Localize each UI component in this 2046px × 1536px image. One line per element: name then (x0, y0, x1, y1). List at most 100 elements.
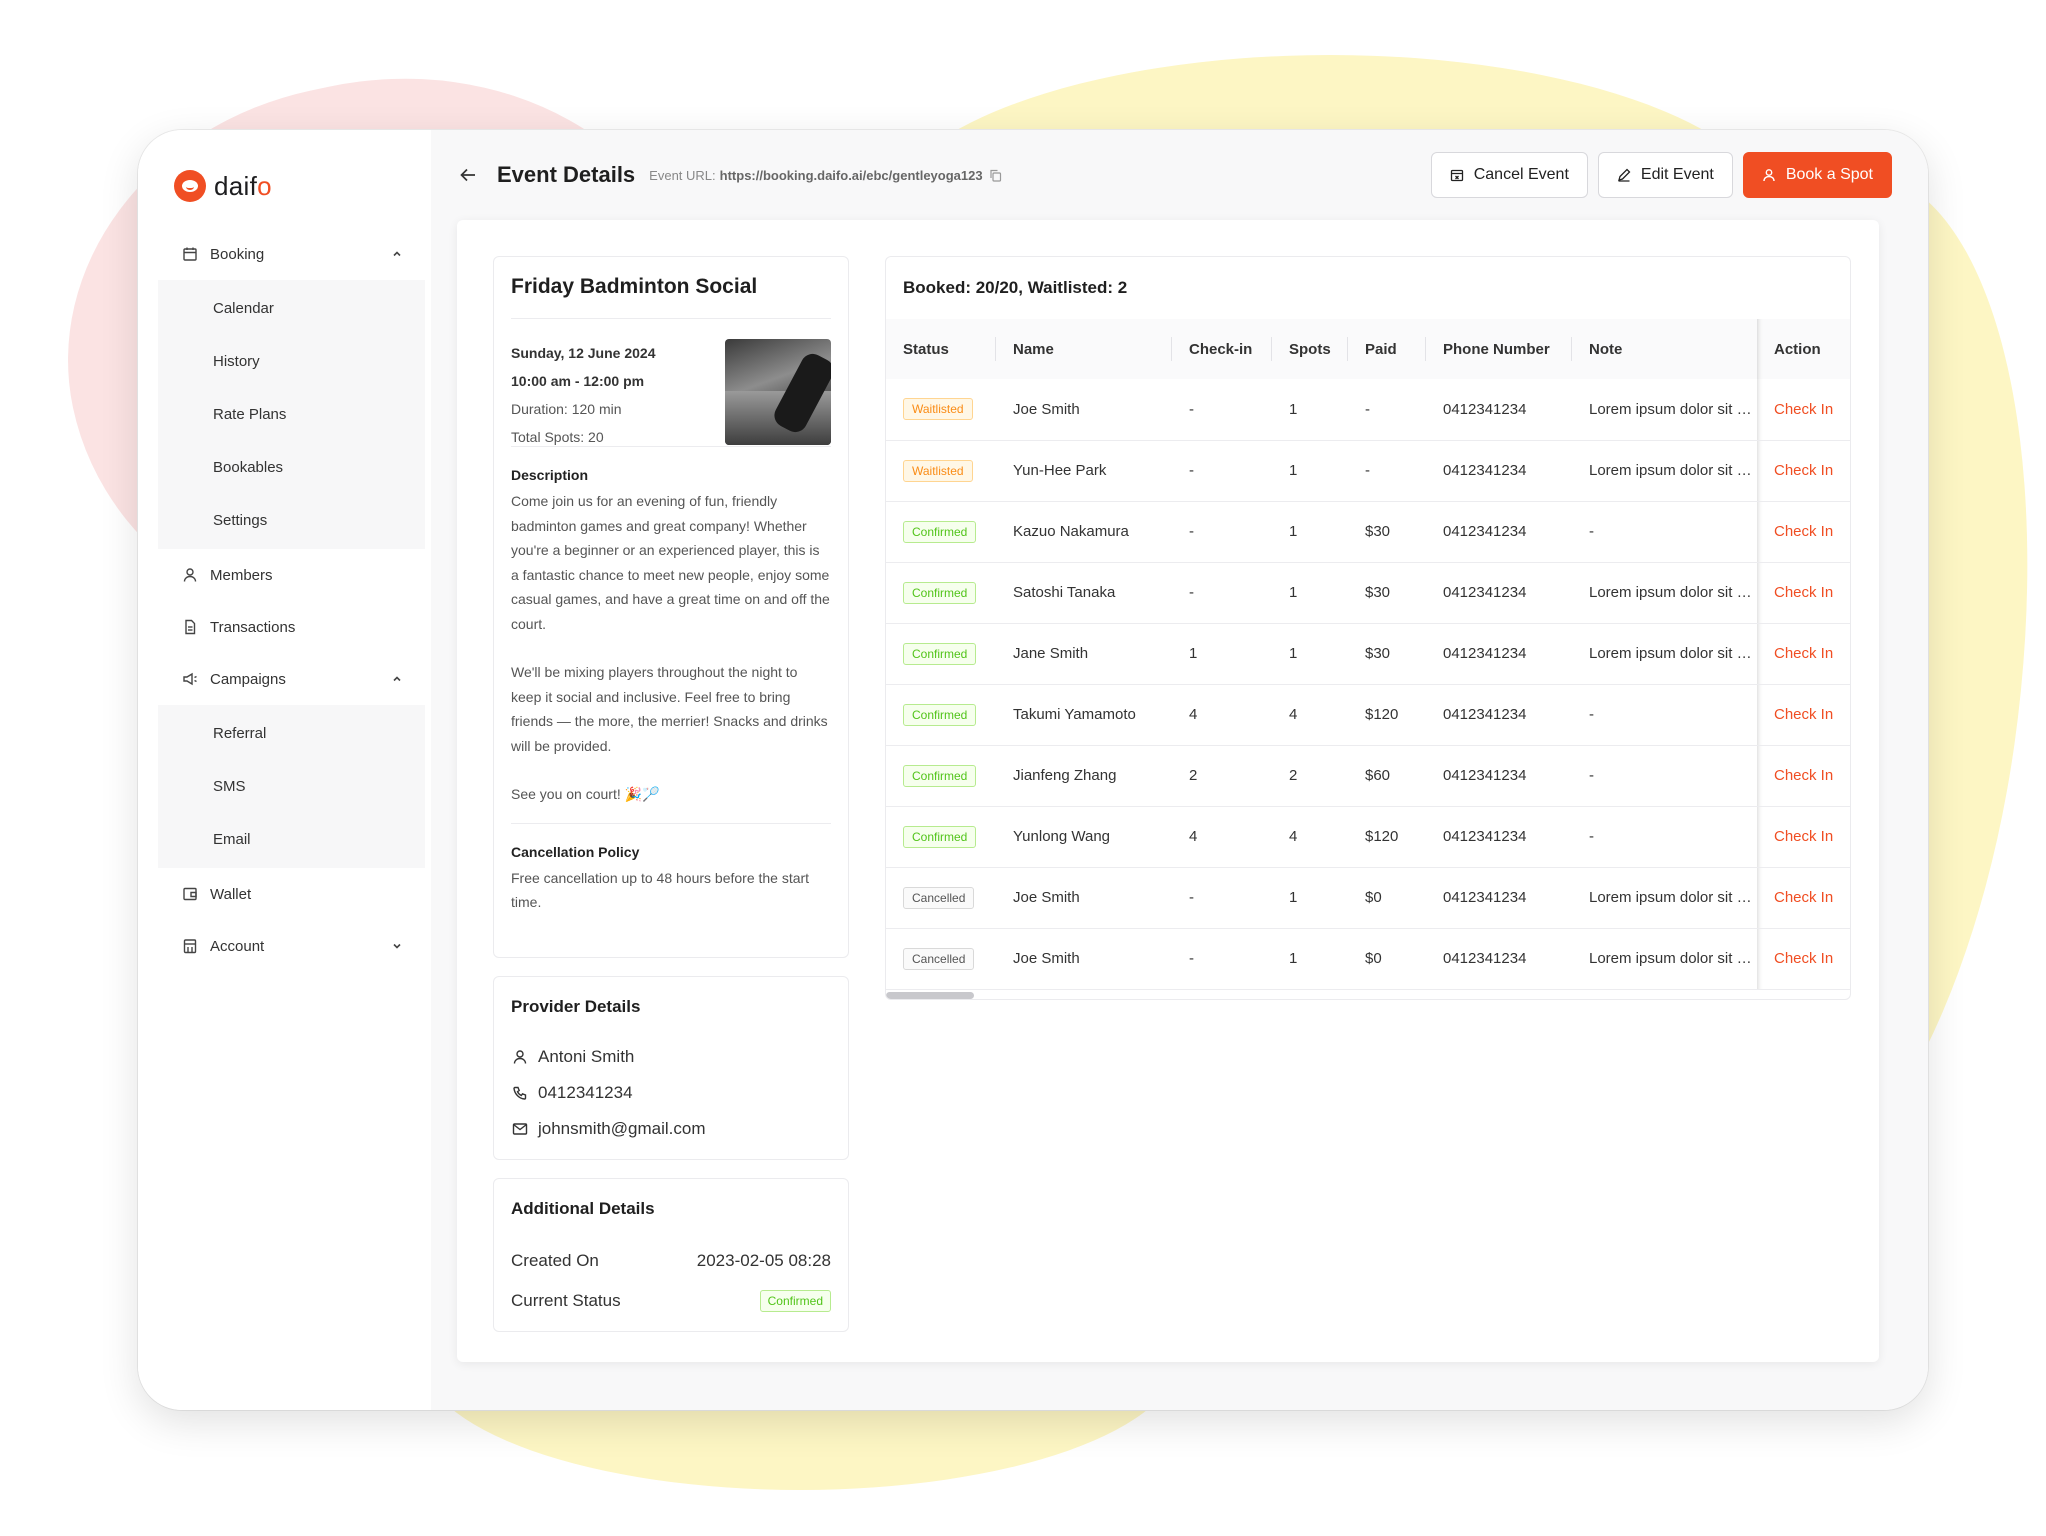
bookings-table-card: Booked: 20/20, Waitlisted: 2 Status Name… (885, 256, 1851, 1000)
column-header-spots[interactable]: Spots (1272, 319, 1348, 379)
name-cell: Kazuo Nakamura (996, 501, 1172, 563)
status-badge: Confirmed (903, 581, 977, 604)
column-header-status[interactable]: Status (886, 319, 996, 379)
note-cell-text: Lorem ipsum dolor sit amet (1589, 889, 1757, 906)
sidebar: daifo Booking Calendar History Rate Plan… (138, 130, 431, 1410)
action-cell: Check In (1757, 379, 1850, 441)
paid-cell: $30 (1348, 562, 1426, 624)
check-in-link[interactable]: Check In (1774, 767, 1833, 784)
check-in-cell-text: - (1189, 400, 1194, 418)
note-cell: Lorem ipsum dolor sit amet (1572, 623, 1757, 685)
phone-cell: 0412341234 (1426, 562, 1572, 624)
status-badge: Confirmed (903, 764, 977, 787)
check-in-link[interactable]: Check In (1774, 584, 1833, 601)
status-badge: Confirmed (903, 642, 977, 665)
check-in-link[interactable]: Check In (1774, 462, 1833, 479)
check-in-link[interactable]: Check In (1774, 706, 1833, 723)
description-paragraph: See you on court! 🎉🏸 (511, 786, 660, 802)
user-icon (1762, 168, 1776, 182)
book-spot-button[interactable]: Book a Spot (1742, 152, 1892, 198)
status-badge: Confirmed (903, 703, 977, 726)
sidebar-item-sms[interactable]: SMS (158, 760, 425, 813)
spots-cell: 1 (1272, 867, 1348, 929)
paid-cell-text: $120 (1365, 706, 1399, 723)
sidebar-item-label: Booking (210, 245, 265, 263)
provider-email[interactable]: johnsmith@gmail.com (511, 1111, 831, 1147)
check-in-link[interactable]: Check In (1774, 950, 1833, 967)
sidebar-item-booking[interactable]: Booking (138, 228, 431, 280)
paid-cell-text: $30 (1365, 523, 1391, 540)
note-cell-text: - (1589, 523, 1594, 540)
sidebar-item-rate-plans[interactable]: Rate Plans (158, 388, 425, 441)
description-section: Description Come join us for an evening … (511, 467, 831, 824)
phone-cell-text: 0412341234 (1443, 828, 1527, 845)
spots-cell-text: 1 (1289, 523, 1298, 540)
name-cell: Yun-Hee Park (996, 440, 1172, 502)
created-on-row: Created On 2023-02-05 08:28 (511, 1241, 831, 1281)
column-header-check-in[interactable]: Check-in (1172, 319, 1272, 379)
note-cell-text: Lorem ipsum dolor sit amet (1589, 950, 1757, 967)
provider-heading: Provider Details (511, 997, 641, 1016)
sidebar-item-email[interactable]: Email (158, 813, 425, 866)
copy-icon[interactable] (989, 168, 1003, 182)
note-cell: Lorem ipsum dolor sit amet (1572, 440, 1757, 502)
paid-cell: $30 (1348, 623, 1426, 685)
name-cell-text: Joe Smith (1013, 889, 1080, 906)
sidebar-item-bookables[interactable]: Bookables (158, 441, 425, 494)
note-cell-text: Lorem ipsum dolor sit amet (1589, 462, 1757, 479)
cancel-event-label: Cancel Event (1473, 166, 1569, 183)
additional-details-card: Additional Details Created On 2023-02-05… (493, 1178, 849, 1332)
check-in-cell-text: - (1189, 523, 1194, 540)
cancellation-policy-text: Free cancellation up to 48 hours before … (511, 869, 810, 911)
phone-cell: 0412341234 (1426, 379, 1572, 441)
horizontal-scrollbar[interactable] (886, 992, 974, 999)
check-in-link[interactable]: Check In (1774, 523, 1833, 540)
table-row: Cancelled Joe Smith - 1 $0 0412341234 Lorem ip… (886, 928, 1850, 990)
phone-cell: 0412341234 (1426, 928, 1572, 990)
spots-cell: 1 (1272, 501, 1348, 563)
event-url-link[interactable]: https://booking.daifo.ai/ebc/gentleyoga1… (720, 168, 983, 183)
table-row: Confirmed Jianfeng Zhang 2 2 $60 0412341234 - C… (886, 745, 1850, 807)
phone-cell-text: 0412341234 (1443, 462, 1527, 479)
status-badge: Confirmed (903, 520, 977, 543)
spots-cell-text: 4 (1289, 828, 1298, 845)
table-row: Confirmed Yunlong Wang 4 4 $120 0412341234 - Ch… (886, 806, 1850, 868)
user-icon (182, 567, 198, 583)
provider-card: Provider Details Antoni Smith 0412341234 (493, 976, 849, 1160)
name-cell-text: Takumi Yamamoto (1013, 706, 1136, 723)
status-cell: Confirmed (886, 745, 996, 807)
paid-cell-text: $120 (1365, 828, 1399, 845)
sidebar-item-settings[interactable]: Settings (158, 494, 425, 547)
spots-cell: 4 (1272, 806, 1348, 868)
check-in-cell: - (1172, 501, 1272, 563)
provider-phone[interactable]: 0412341234 (511, 1075, 831, 1111)
cancel-event-button[interactable]: Cancel Event (1430, 152, 1588, 198)
sidebar-item-campaigns[interactable]: Campaigns (138, 653, 431, 705)
edit-event-button[interactable]: Edit Event (1597, 152, 1733, 198)
check-in-link[interactable]: Check In (1774, 645, 1833, 662)
back-arrow-icon[interactable] (457, 164, 479, 186)
table-body: Waitlisted Joe Smith - 1 - 0412341234 Lorem ip… (886, 379, 1850, 990)
sidebar-item-referral[interactable]: Referral (158, 707, 425, 760)
name-cell: Takumi Yamamoto (996, 684, 1172, 746)
sidebar-item-members[interactable]: Members (138, 549, 431, 601)
check-in-cell-text: 1 (1189, 645, 1198, 662)
column-header-paid[interactable]: Paid (1348, 319, 1426, 379)
column-header-name[interactable]: Name (996, 319, 1172, 379)
sidebar-item-history[interactable]: History (158, 335, 425, 388)
spots-cell: 2 (1272, 745, 1348, 807)
check-in-link[interactable]: Check In (1774, 401, 1833, 418)
check-in-link[interactable]: Check In (1774, 828, 1833, 845)
sidebar-item-account[interactable]: Account (138, 920, 431, 972)
sidebar-item-calendar[interactable]: Calendar (158, 282, 425, 335)
paid-cell-text: - (1365, 462, 1370, 479)
column-header-phone[interactable]: Phone Number (1426, 319, 1572, 379)
check-in-link[interactable]: Check In (1774, 889, 1833, 906)
header-actions: Cancel Event Edit Event Book a Spot (1430, 152, 1892, 198)
sidebar-item-transactions[interactable]: Transactions (138, 601, 431, 653)
provider-email-text: johnsmith@gmail.com (538, 1119, 706, 1138)
name-cell: Joe Smith (996, 379, 1172, 441)
sidebar-item-wallet[interactable]: Wallet (138, 868, 431, 920)
column-header-note[interactable]: Note (1572, 319, 1757, 379)
brand-logo[interactable]: daifo (138, 166, 431, 206)
